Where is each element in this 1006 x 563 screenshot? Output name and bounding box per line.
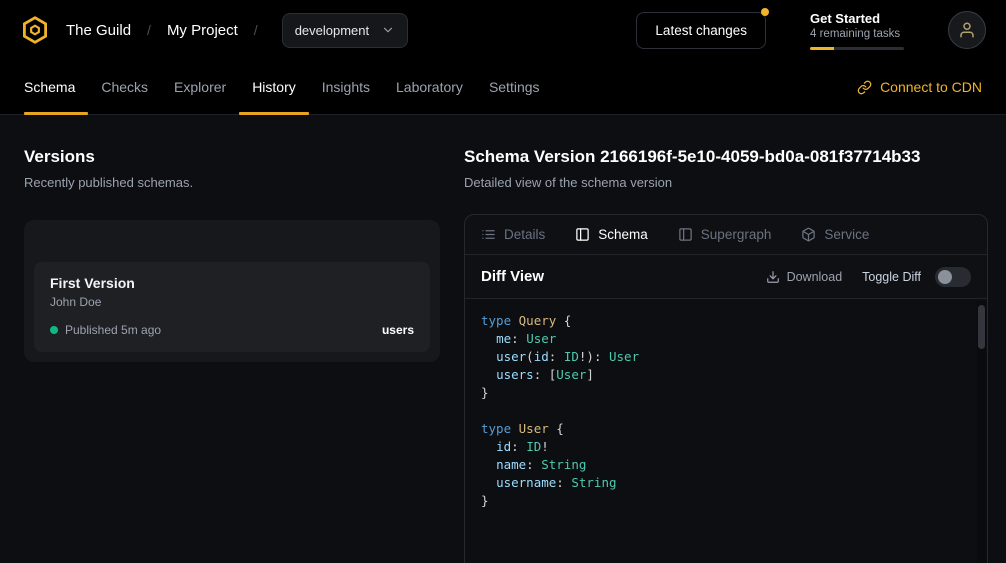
avatar[interactable] (948, 11, 986, 49)
link-icon (857, 80, 872, 95)
connect-to-cdn-link[interactable]: Connect to CDN (857, 60, 982, 114)
code-block[interactable]: type Query { me: User user(id: ID!): Use… (465, 299, 987, 563)
user-icon (958, 21, 976, 39)
diff-toolbar: Diff View Download Toggle Diff (465, 255, 987, 299)
code-line: user(id: ID!): User (481, 348, 971, 366)
version-list-item[interactable]: First Version John Doe Published 5m ago … (34, 262, 430, 352)
tab-history[interactable]: History (239, 60, 309, 114)
download-button[interactable]: Download (766, 270, 843, 284)
versions-subtitle: Recently published schemas. (24, 175, 440, 190)
supergraph-icon (678, 227, 693, 242)
code-line: id: ID! (481, 438, 971, 456)
code-line: me: User (481, 330, 971, 348)
versions-card: First Version John Doe Published 5m ago … (24, 220, 440, 362)
diff-view-title: Diff View (481, 268, 544, 285)
tab-details-label: Details (504, 227, 545, 242)
schema-icon (575, 227, 590, 242)
code-line: type User { (481, 420, 971, 438)
versions-title: Versions (24, 147, 440, 167)
version-service-tag: users (382, 323, 414, 337)
tab-settings[interactable]: Settings (476, 60, 553, 114)
toggle-diff-label: Toggle Diff (862, 270, 921, 284)
list-icon (481, 227, 496, 242)
get-started-remaining-tasks: 4 remaining tasks (810, 28, 904, 40)
code-line: users: [User] (481, 366, 971, 384)
versions-panel: Versions Recently published schemas. Fir… (0, 147, 440, 563)
get-started-title: Get Started (810, 11, 904, 26)
tab-laboratory[interactable]: Laboratory (383, 60, 476, 114)
environment-select-value: development (295, 23, 369, 38)
code-line (481, 402, 971, 420)
breadcrumb-separator: / (254, 22, 258, 38)
code-line: } (481, 492, 971, 510)
tab-supergraph[interactable]: Supergraph (678, 227, 772, 242)
tab-checks[interactable]: Checks (88, 60, 161, 114)
download-label: Download (787, 270, 843, 284)
code-scrollbar[interactable] (977, 301, 986, 563)
project-name[interactable]: My Project (167, 22, 238, 39)
tab-schema[interactable]: Schema (24, 60, 88, 114)
version-name: First Version (50, 275, 414, 291)
breadcrumb-separator: / (147, 22, 151, 38)
main-nav: Schema Checks Explorer History Insights … (0, 60, 1006, 115)
code-line: username: String (481, 474, 971, 492)
tab-insights[interactable]: Insights (309, 60, 383, 114)
connect-to-cdn-label: Connect to CDN (880, 79, 982, 95)
tab-supergraph-label: Supergraph (701, 227, 772, 242)
get-started-progress-bar (810, 47, 904, 50)
schema-version-title: Schema Version 2166196f-5e10-4059-bd0a-0… (464, 147, 988, 167)
toggle-knob (938, 270, 952, 284)
hive-logo-icon[interactable] (20, 15, 50, 45)
schema-detail-card: Details Schema Supergraph (464, 214, 988, 563)
top-header: The Guild / My Project / development Lat… (0, 0, 1006, 60)
download-icon (766, 270, 780, 284)
latest-changes-button[interactable]: Latest changes (636, 12, 766, 49)
toggle-diff-switch[interactable] (935, 267, 971, 287)
notification-dot (761, 8, 769, 16)
tab-schema-detail[interactable]: Schema (575, 227, 648, 242)
tab-schema-label: Schema (598, 227, 648, 242)
schema-version-subtitle: Detailed view of the schema version (464, 175, 988, 190)
tab-details[interactable]: Details (481, 227, 545, 242)
tab-service-label: Service (824, 227, 869, 242)
tab-explorer[interactable]: Explorer (161, 60, 239, 114)
chevron-down-icon (381, 23, 395, 37)
get-started-widget[interactable]: Get Started 4 remaining tasks (810, 11, 904, 50)
version-status: Published 5m ago (65, 323, 161, 337)
main-content: Versions Recently published schemas. Fir… (0, 115, 1006, 563)
get-started-progress-fill (810, 47, 834, 50)
version-detail-panel: Schema Version 2166196f-5e10-4059-bd0a-0… (440, 147, 1006, 563)
scrollbar-thumb[interactable] (978, 305, 985, 349)
detail-tabbar: Details Schema Supergraph (465, 215, 987, 255)
tab-service[interactable]: Service (801, 227, 869, 242)
version-author: John Doe (50, 295, 414, 309)
environment-select[interactable]: development (282, 13, 408, 48)
code-line: } (481, 384, 971, 402)
box-icon (801, 227, 816, 242)
org-name[interactable]: The Guild (66, 22, 131, 39)
code-line: name: String (481, 456, 971, 474)
code-line: type Query { (481, 312, 971, 330)
published-status-dot (50, 326, 58, 334)
